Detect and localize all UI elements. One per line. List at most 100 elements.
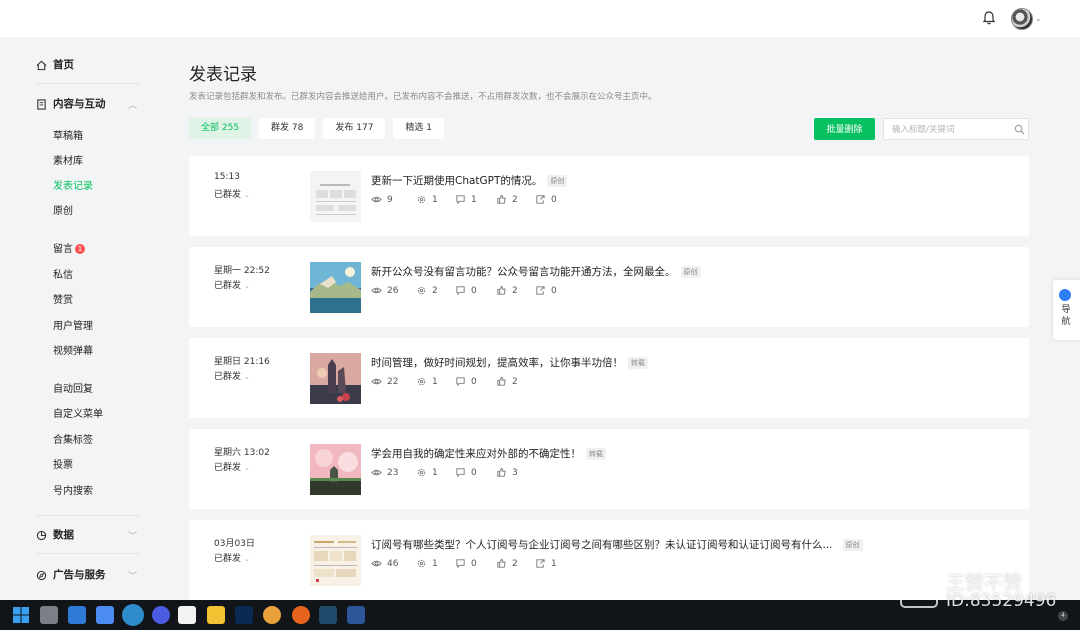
windows-start-icon[interactable] xyxy=(12,606,30,624)
post-stats: 46 1 0 2 1 xyxy=(371,558,557,569)
document-icon xyxy=(37,98,46,110)
like-count-value: 2 xyxy=(512,376,518,387)
post-status[interactable]: 已群发 ⌄ xyxy=(214,460,250,473)
sidebar-divider xyxy=(36,83,140,84)
sidebar-item-label: 首页 xyxy=(53,59,74,71)
app-icon[interactable] xyxy=(152,606,170,624)
watermark-id: ID:83529496 xyxy=(946,591,1057,611)
sidebar-item-collection-tags[interactable]: 合集标签 xyxy=(53,434,93,448)
sidebar: 首页 内容与互动 ︿ 草稿箱 素材库 发表记录 原创 留言 1 私信 赞赏 用户管… xyxy=(0,37,160,600)
post-status[interactable]: 已群发 ⌄ xyxy=(214,278,250,291)
folder-icon[interactable] xyxy=(207,606,225,624)
post-title[interactable]: 学会用自我的确定性来应对外部的不确定性！ 转载 xyxy=(371,446,606,461)
floating-nav-button[interactable]: 导航 xyxy=(1053,280,1080,340)
batch-delete-button[interactable]: 批量删除 xyxy=(814,118,875,140)
comment-count-value: 0 xyxy=(471,467,477,478)
chevron-down-icon[interactable]: ⌄ xyxy=(1035,14,1042,23)
app-icon[interactable] xyxy=(319,606,337,624)
post-stats: 9 1 1 2 0 xyxy=(371,194,557,205)
post-status-label: 已群发 xyxy=(214,554,242,564)
gear-icon xyxy=(417,468,426,477)
share-count: 2 xyxy=(416,285,455,296)
sidebar-item-vote[interactable]: 投票 xyxy=(53,459,73,473)
post-thumbnail[interactable] xyxy=(310,353,361,404)
notification-count[interactable]: 4 xyxy=(1058,611,1068,621)
post-title[interactable]: 更新一下近期使用ChatGPT的情况。 原创 xyxy=(371,173,568,188)
sidebar-item-publish-records[interactable]: 发表记录 xyxy=(53,180,93,194)
chevron-down-icon: ⌄ xyxy=(244,191,250,199)
chevron-down-icon: ⌄ xyxy=(244,464,250,472)
sidebar-item-auto-reply[interactable]: 自动回复 xyxy=(53,383,93,397)
post-thumbnail[interactable] xyxy=(310,171,361,222)
search-input[interactable] xyxy=(892,122,1010,137)
page-title: 发表记录 xyxy=(189,65,257,85)
edge-browser-icon[interactable] xyxy=(122,604,144,626)
avatar[interactable] xyxy=(1011,8,1033,30)
sidebar-item-in-account-search[interactable]: 号内搜索 xyxy=(53,485,93,499)
like-count: 3 xyxy=(496,467,535,478)
sidebar-item-drafts[interactable]: 草稿箱 xyxy=(53,130,83,144)
post-card[interactable]: 星期六 13:02 已群发 ⌄ 学会用自我的确定性来应对外部的不确定性！ 转载 23… xyxy=(189,429,1029,509)
read-count-value: 22 xyxy=(387,376,399,387)
tab-all[interactable]: 全部 255 xyxy=(189,118,252,139)
sidebar-item-home[interactable]: 首页 xyxy=(36,58,74,72)
sidebar-item-user-management[interactable]: 用户管理 xyxy=(53,320,93,334)
sidebar-item-original[interactable]: 原创 xyxy=(53,205,73,219)
post-time: 星期一 22:52 xyxy=(214,266,270,276)
post-card[interactable]: 星期一 22:52 已群发 ⌄ 新开公众号没有留言功能？公众号留言功能开通方法，全… xyxy=(189,247,1029,327)
sidebar-group-label: 内容与互动 xyxy=(53,98,106,110)
bell-icon[interactable] xyxy=(981,10,997,26)
chevron-down-icon[interactable]: ﹀ xyxy=(128,529,137,542)
post-card[interactable]: 15:13 已群发 ⌄ 更新一下近期使用ChatGPT的情况。 原创 9 1 1 2… xyxy=(189,156,1029,236)
search-icon[interactable] xyxy=(1014,124,1025,135)
sidebar-item-video-danmaku[interactable]: 视频弹幕 xyxy=(53,345,93,359)
sidebar-item-appreciation[interactable]: 赞赏 xyxy=(53,294,73,308)
chevron-up-icon[interactable]: ︿ xyxy=(128,98,137,111)
firefox-icon[interactable] xyxy=(292,606,310,624)
post-status[interactable]: 已群发 ⌄ xyxy=(214,551,250,564)
gear-icon xyxy=(417,286,426,295)
like-count: 2 xyxy=(496,285,535,296)
filter-tabs: 全部 255 群发 78 发布 177 精选 1 xyxy=(189,118,445,139)
tab-featured[interactable]: 精选 1 xyxy=(393,118,445,139)
sidebar-group-ads[interactable]: 广告与服务 xyxy=(36,568,106,582)
sidebar-item-custom-menu[interactable]: 自定义菜单 xyxy=(53,408,103,422)
photoshop-icon[interactable] xyxy=(235,606,253,624)
comment-count: 0 xyxy=(455,467,496,478)
tab-mass-send[interactable]: 群发 78 xyxy=(259,118,316,139)
post-title-text: 订阅号有哪些类型？个人订阅号与企业订阅号之间有哪些区别？未认证订阅号和认证订阅号… xyxy=(371,539,833,551)
post-thumbnail[interactable] xyxy=(310,262,361,313)
post-title-text: 时间管理，做好时间规划，提高效率，让你事半功倍！ xyxy=(371,357,623,369)
store-icon[interactable] xyxy=(96,606,114,624)
photos-icon[interactable] xyxy=(68,606,86,624)
post-status-label: 已群发 xyxy=(214,190,242,200)
task-view-icon[interactable] xyxy=(40,606,58,624)
post-thumbnail[interactable] xyxy=(310,535,361,586)
wechat-icon[interactable] xyxy=(178,606,196,624)
post-tag: 原创 xyxy=(680,265,701,278)
sidebar-group-content[interactable]: 内容与互动 xyxy=(36,97,106,111)
tab-publish[interactable]: 发布 177 xyxy=(323,118,386,139)
post-title[interactable]: 订阅号有哪些类型？个人订阅号与企业订阅号之间有哪些区别？未认证订阅号和认证订阅号… xyxy=(371,537,863,552)
forward-count-value: 1 xyxy=(551,558,557,569)
compass-icon xyxy=(36,570,47,580)
gear-icon xyxy=(417,377,426,386)
word-icon[interactable] xyxy=(347,606,365,624)
post-status[interactable]: 已群发 ⌄ xyxy=(214,187,250,200)
sidebar-group-data[interactable]: 数据 xyxy=(36,528,74,542)
sidebar-item-label: 留言 xyxy=(53,244,73,255)
post-title[interactable]: 新开公众号没有留言功能？公众号留言功能开通方法，全网最全。 原创 xyxy=(371,264,701,279)
sidebar-item-comments[interactable]: 留言 1 xyxy=(53,243,85,257)
post-thumbnail[interactable] xyxy=(310,444,361,495)
post-card[interactable]: 星期日 21:16 已群发 ⌄ 时间管理，做好时间规划，提高效率，让你事半功倍！ 转… xyxy=(189,338,1029,418)
chrome-icon[interactable] xyxy=(263,606,281,624)
like-count: 2 xyxy=(496,558,535,569)
post-status[interactable]: 已群发 ⌄ xyxy=(214,369,250,382)
post-title[interactable]: 时间管理，做好时间规划，提高效率，让你事半功倍！ 转载 xyxy=(371,355,648,370)
comment-count: 0 xyxy=(455,376,496,387)
forward-icon xyxy=(536,195,545,204)
sidebar-item-materials[interactable]: 素材库 xyxy=(53,155,83,169)
sidebar-item-messages[interactable]: 私信 xyxy=(53,269,73,283)
watermark-logo-icon xyxy=(900,570,938,608)
chevron-down-icon[interactable]: ﹀ xyxy=(128,569,137,582)
